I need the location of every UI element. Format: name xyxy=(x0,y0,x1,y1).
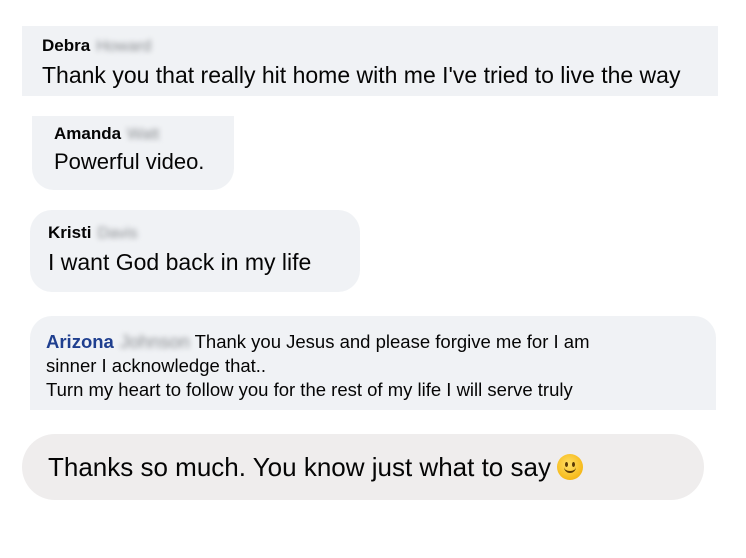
comment-bubble-amanda: Amanda Watt Powerful video. xyxy=(32,116,234,190)
author-last-name-blurred: Howard xyxy=(96,38,152,55)
comment-bubble-arizona: Arizona Johnson Thank you Jesus and pleas… xyxy=(30,316,716,410)
comment-text: Powerful video. xyxy=(54,149,205,174)
author-last-name-blurred: Watt xyxy=(127,126,160,143)
author-first-name[interactable]: Kristi xyxy=(48,223,91,242)
author-first-name[interactable]: Amanda xyxy=(54,124,121,143)
comment-author[interactable]: Amanda Watt xyxy=(54,124,234,144)
comment-text-line-3: Turn my heart to follow you for the rest… xyxy=(46,379,573,400)
author-last-name-blurred: Davis xyxy=(97,225,138,242)
reply-bubble: Thanks so much. You know just what to sa… xyxy=(22,434,704,500)
comment-text-line-2: sinner I acknowledge that.. xyxy=(46,355,267,376)
author-first-name[interactable]: Debra xyxy=(42,36,90,55)
reply-line: Thanks so much. You know just what to sa… xyxy=(48,452,704,483)
comment-text-line-1: Thank you Jesus and please forgive me fo… xyxy=(194,331,590,352)
comment-bubble-kristi: Kristi Davis I want God back in my life xyxy=(30,210,360,292)
author-first-name[interactable]: Arizona xyxy=(46,331,114,352)
comment-line-1: Arizona Johnson Thank you Jesus and pleas… xyxy=(46,330,708,354)
comment-bubble-debra: Debra Howard Thank you that really hit ho… xyxy=(22,26,718,96)
comment-text: I want God back in my life xyxy=(48,249,312,275)
smiling-face-icon xyxy=(556,454,583,480)
comment-text: Thank you that really hit home with me I… xyxy=(42,62,681,88)
author-last-name-blurred: Johnson xyxy=(119,331,190,352)
reply-text: Thanks so much. You know just what to sa… xyxy=(48,452,551,482)
comment-author[interactable]: Debra Howard xyxy=(42,36,718,56)
comment-author[interactable]: Kristi Davis xyxy=(48,223,360,243)
